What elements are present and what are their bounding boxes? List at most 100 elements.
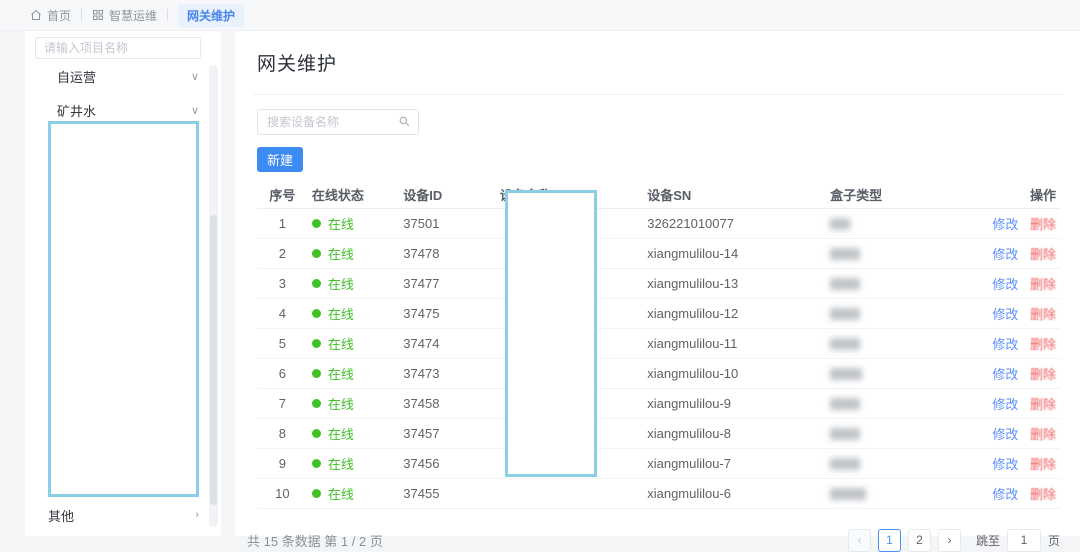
modify-link[interactable]: 修改: [992, 397, 1018, 412]
device-sn-cell: xiangmulilou-7: [643, 448, 826, 478]
online-status-label: 在线: [328, 214, 354, 233]
row-number: 1: [257, 208, 308, 238]
table-row: 5 在线 37474 xiangmulilou-11 修改 删除: [257, 328, 1060, 358]
delete-link[interactable]: 删除: [1030, 487, 1056, 502]
table-row: 10 在线 37455 xiangmulilou-6 修改 删除: [257, 478, 1060, 508]
online-dot-icon: [312, 399, 321, 408]
sidebar-scrollbar[interactable]: [209, 65, 218, 527]
delete-link[interactable]: 删除: [1030, 337, 1056, 352]
sidebar-item-label: 其他: [48, 506, 74, 525]
redacted-box-type: [830, 458, 860, 470]
modify-link[interactable]: 修改: [992, 367, 1018, 382]
operation-cell: 修改 删除: [979, 388, 1060, 418]
table-row: 8 在线 37457 xiangmulilou-8 修改 删除: [257, 418, 1060, 448]
new-button[interactable]: 新建: [257, 147, 303, 172]
online-status-label: 在线: [328, 424, 354, 443]
home-icon: [30, 9, 42, 21]
breadcrumb: 首页 智慧运维 网关维护: [0, 0, 1080, 31]
table-header-row: 序号 在线状态 设备ID 设备名称 设备SN 盒子类型 操作: [257, 182, 1060, 208]
device-sn-cell: xiangmulilou-13: [643, 268, 826, 298]
project-search-input[interactable]: [35, 37, 201, 59]
device-name-cell: [496, 478, 643, 508]
delete-link[interactable]: 删除: [1030, 427, 1056, 442]
breadcrumb-smart-ops[interactable]: 智慧运维: [92, 7, 157, 24]
divider: [253, 94, 1064, 95]
col-header-no: 序号: [257, 182, 308, 208]
online-dot-icon: [312, 429, 321, 438]
device-sn-cell: xiangmulilou-12: [643, 298, 826, 328]
sidebar-scrollbar-thumb[interactable]: [210, 215, 217, 505]
device-sn-cell: xiangmulilou-8: [643, 418, 826, 448]
device-id-cell: 37474: [399, 328, 496, 358]
modify-link[interactable]: 修改: [992, 457, 1018, 472]
table-row: 3 在线 37477 xiangmulilou-13 修改 删除: [257, 268, 1060, 298]
breadcrumb-smart-ops-label: 智慧运维: [109, 7, 157, 24]
device-id-cell: 37478: [399, 238, 496, 268]
prev-page-button[interactable]: ‹: [848, 529, 871, 552]
modify-link[interactable]: 修改: [992, 307, 1018, 322]
modify-link[interactable]: 修改: [992, 337, 1018, 352]
breadcrumb-gateway-maintenance[interactable]: 网关维护: [178, 4, 244, 27]
online-status: 在线: [312, 389, 395, 418]
online-dot-icon: [312, 279, 321, 288]
device-search-input[interactable]: [257, 109, 419, 135]
redacted-box-type: [830, 488, 866, 500]
online-status-label: 在线: [328, 304, 354, 323]
device-id-cell: 37455: [399, 478, 496, 508]
box-type-cell: [826, 328, 978, 358]
operation-cell: 修改 删除: [979, 298, 1060, 328]
device-search: [257, 109, 419, 135]
modify-link[interactable]: 修改: [992, 277, 1018, 292]
gateway-maintenance-page: 首页 智慧运维 网关维护 自运营 ∨ 矿井水 ∨ 其他 ›: [0, 0, 1080, 536]
record-count-text: 共 15 条数据 第 1 / 2 页: [247, 531, 383, 550]
table-row: 9 在线 37456 xiangmulilou-7 修改 删除: [257, 448, 1060, 478]
redacted-box-type: [830, 248, 860, 260]
operation-cell: 修改 删除: [979, 478, 1060, 508]
table-footer: 共 15 条数据 第 1 / 2 页 ‹ 1 2 › 跳至 页: [257, 529, 1060, 552]
device-sn-cell: 326221010077: [643, 208, 826, 238]
sidebar-item-self-operated[interactable]: 自运营 ∨: [25, 59, 221, 93]
box-type-cell: [826, 448, 978, 478]
operation-cell: 修改 删除: [979, 448, 1060, 478]
redacted-box-type: [830, 218, 850, 230]
page-title: 网关维护: [257, 49, 1060, 76]
online-status: 在线: [312, 329, 395, 358]
breadcrumb-home[interactable]: 首页: [30, 7, 71, 24]
main-panel: 网关维护 新建 序号 在线状态 设备ID 设备名称 设备SN 盒子类型: [235, 31, 1080, 536]
next-page-button[interactable]: ›: [938, 529, 961, 552]
breadcrumb-divider: [81, 9, 82, 21]
box-type-cell: [826, 478, 978, 508]
delete-link[interactable]: 删除: [1030, 217, 1056, 232]
breadcrumb-home-label: 首页: [47, 7, 71, 24]
table-row: 7 在线 37458 xiangmulilou-9 修改 删除: [257, 388, 1060, 418]
jump-page-input[interactable]: [1007, 529, 1041, 552]
redaction-box-device-name-column: [505, 190, 597, 477]
table-row: 4 在线 37475 xiangmulilou-12 修改 删除: [257, 298, 1060, 328]
modify-link[interactable]: 修改: [992, 427, 1018, 442]
online-dot-icon: [312, 249, 321, 258]
page-button-1[interactable]: 1: [878, 529, 901, 552]
modify-link[interactable]: 修改: [992, 247, 1018, 262]
online-status-label: 在线: [328, 274, 354, 293]
sidebar-item-other[interactable]: 其他 ›: [25, 498, 221, 532]
delete-link[interactable]: 删除: [1030, 307, 1056, 322]
delete-link[interactable]: 删除: [1030, 367, 1056, 382]
online-status: 在线: [312, 449, 395, 478]
online-status: 在线: [312, 479, 395, 508]
operation-cell: 修改 删除: [979, 268, 1060, 298]
box-type-cell: [826, 268, 978, 298]
box-type-cell: [826, 418, 978, 448]
delete-link[interactable]: 删除: [1030, 457, 1056, 472]
delete-link[interactable]: 删除: [1030, 247, 1056, 262]
online-status: 在线: [312, 419, 395, 448]
box-type-cell: [826, 358, 978, 388]
delete-link[interactable]: 删除: [1030, 277, 1056, 292]
modify-link[interactable]: 修改: [992, 487, 1018, 502]
page-button-2[interactable]: 2: [908, 529, 931, 552]
delete-link[interactable]: 删除: [1030, 397, 1056, 412]
row-number: 3: [257, 268, 308, 298]
modify-link[interactable]: 修改: [992, 217, 1018, 232]
online-status-label: 在线: [328, 454, 354, 473]
online-dot-icon: [312, 339, 321, 348]
box-type-cell: [826, 388, 978, 418]
